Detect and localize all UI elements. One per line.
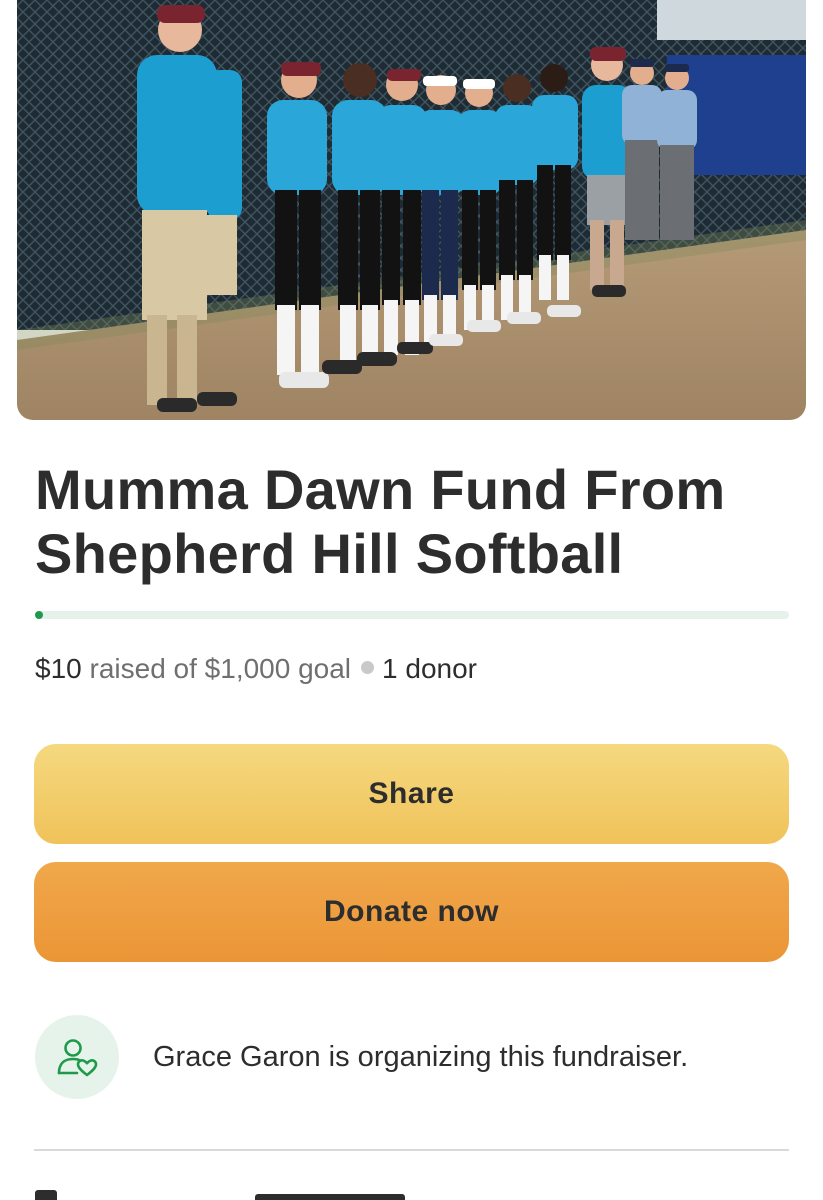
- fundraiser-title: Mumma Dawn Fund From Shepherd Hill Softb…: [35, 458, 726, 585]
- next-section-peek: [35, 1190, 57, 1200]
- section-divider: [34, 1149, 789, 1151]
- progress-fill: [35, 611, 43, 619]
- raised-amount: $10: [35, 653, 82, 684]
- team-photo-illustration: [17, 0, 806, 420]
- next-section-peek: [255, 1194, 405, 1200]
- fundraiser-stats: $10 raised of $1,000 goal 1 donor: [35, 650, 477, 688]
- donate-now-button[interactable]: Donate now: [34, 862, 789, 962]
- organizer-row: Grace Garon is organizing this fundraise…: [35, 1014, 795, 1100]
- separator-dot: [361, 661, 375, 675]
- hero-image: [17, 0, 806, 420]
- organizer-avatar: [35, 1015, 119, 1099]
- person-heart-icon: [57, 1039, 98, 1077]
- raised-goal-text: raised of $1,000 goal: [89, 653, 352, 684]
- progress-bar: [35, 611, 789, 619]
- donor-count: 1 donor: [382, 653, 477, 684]
- fundraiser-page: Mumma Dawn Fund From Shepherd Hill Softb…: [0, 0, 823, 1200]
- organizer-text: Grace Garon is organizing this fundraise…: [153, 1040, 689, 1073]
- share-button[interactable]: Share: [34, 744, 789, 844]
